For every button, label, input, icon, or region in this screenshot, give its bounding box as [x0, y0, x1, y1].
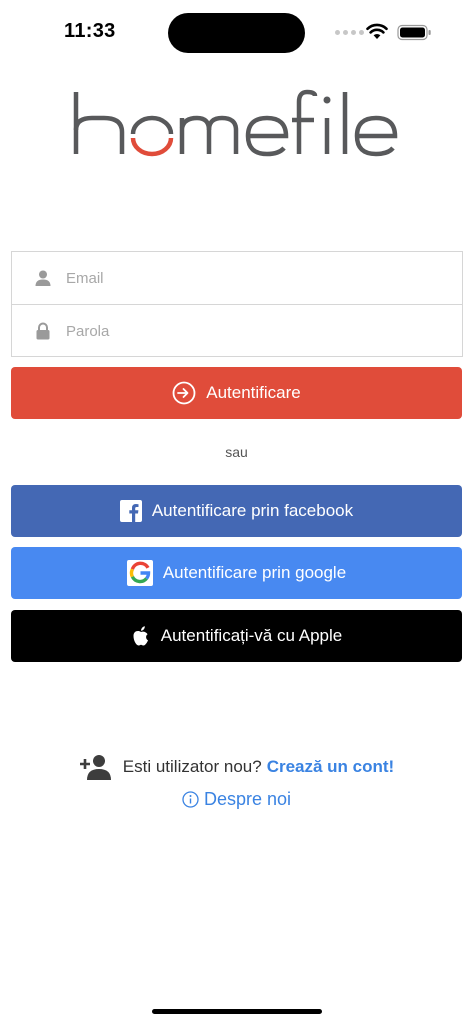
- google-icon: [126, 560, 153, 586]
- signup-row: Esti utilizator nou? Crează un cont!: [0, 754, 473, 780]
- email-field-row: [12, 252, 462, 304]
- dynamic-island: [168, 13, 305, 53]
- cellular-signal-icon: [335, 30, 364, 35]
- add-user-icon: [79, 755, 111, 780]
- about-link[interactable]: Despre noi: [0, 789, 473, 810]
- sign-in-icon: [172, 381, 196, 405]
- battery-icon: [397, 24, 431, 41]
- status-bar: 11:33: [0, 0, 473, 64]
- about-label: Despre noi: [203, 789, 292, 809]
- apple-icon: [133, 626, 148, 646]
- create-account-link[interactable]: Crează un cont!: [267, 757, 395, 777]
- apple-button-label: Autentificați-vă cu Apple: [160, 626, 343, 645]
- login-form: [11, 251, 463, 357]
- signup-prompt: Esti utilizator nou?: [122, 757, 262, 776]
- apple-login-button[interactable]: Autentificați-vă cu Apple: [11, 610, 462, 662]
- google-login-button[interactable]: Autentificare prin google: [11, 547, 462, 599]
- separator-text: sau: [225, 444, 248, 460]
- user-icon: [35, 270, 51, 286]
- homefile-logo: [73, 89, 398, 157]
- email-input[interactable]: [66, 260, 446, 296]
- facebook-login-button[interactable]: Autentificare prin facebook: [11, 485, 462, 537]
- password-input[interactable]: [66, 313, 446, 349]
- info-icon: [182, 791, 199, 808]
- lock-icon: [36, 322, 50, 340]
- password-field-row: [12, 304, 462, 356]
- status-time: 11:33: [64, 20, 116, 42]
- login-button[interactable]: Autentificare: [11, 367, 462, 419]
- wifi-icon: [366, 23, 388, 39]
- facebook-button-label: Autentificare prin facebook: [151, 501, 354, 520]
- login-button-label: Autentificare: [206, 383, 301, 402]
- facebook-icon: [119, 500, 142, 522]
- google-button-label: Autentificare prin google: [162, 563, 347, 582]
- home-indicator[interactable]: [152, 1009, 322, 1014]
